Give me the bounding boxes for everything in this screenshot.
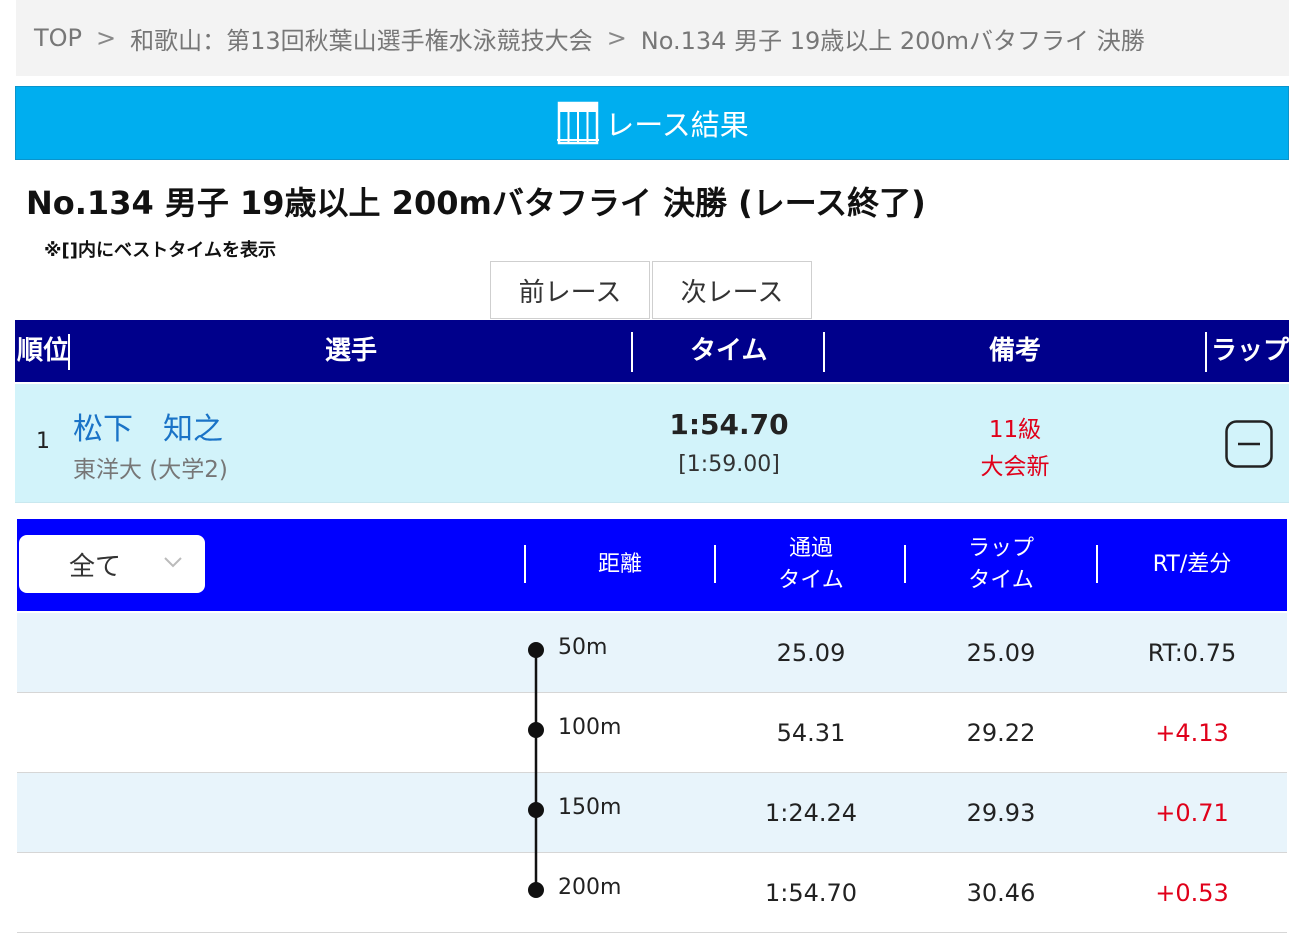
split-row: 150m 1:24.24 29.93 +0.71 [17,773,1287,853]
column-divider [68,334,70,370]
split-pass-time: 1:24.24 [764,799,858,827]
time-header: タイム [690,336,768,366]
remarks-header: 備考 [989,336,1042,366]
timeline-dot [528,722,544,738]
pass-time-header-line1: 通過 [788,536,833,561]
pass-time-header-line2: タイム [778,568,844,593]
split-distance: 200m [558,875,622,900]
best-time-note: ※[]内にベストタイムを表示 [44,240,276,261]
timeline-dot [528,882,544,898]
split-distance: 100m [558,715,622,740]
rt-diff-header: RT/差分 [1097,519,1287,611]
split-distance: 150m [558,795,622,820]
timeline-dot [528,802,544,818]
breadcrumb-race: No.134 男子 19歳以上 200mバタフライ 決勝 [640,26,1145,55]
split-distance: 50m [558,635,608,660]
distance-header: 距離 [525,519,715,611]
split-row: 50m 25.09 25.09 RT:0.75 [17,613,1287,693]
split-pass-time: 25.09 [776,639,846,667]
split-rt-diff: RT:0.75 [1147,639,1237,667]
split-lap-time: 25.09 [966,639,1036,667]
split-row: 100m 54.31 29.22 +4.13 [17,693,1287,773]
column-divider [631,332,633,372]
split-pass-time: 1:54.70 [764,879,858,907]
breadcrumb: TOP > 和歌山：第13回秋葉山選手権水泳競技大会 > No.134 男子 1… [16,0,1289,76]
split-rt-diff: +0.53 [1155,879,1229,907]
final-time: 1:54.70 [669,408,789,441]
swimmer-name[interactable]: 松下 知之 [73,404,223,448]
split-table-header: 全て 距離 通過 タイム ラップ タイム RT/差分 [17,519,1287,611]
split-filter-dropdown[interactable]: 全て [19,535,205,593]
collapse-minus-icon[interactable] [1225,420,1273,468]
split-rt-diff: +0.71 [1155,799,1229,827]
swimmer-team: 東洋大 (大学2) [73,457,228,483]
lap-header: ラップ [1211,336,1290,366]
prev-race-button[interactable]: 前レース [490,261,650,319]
chevron-down-icon [164,557,182,568]
filter-value: 全て [69,551,122,582]
split-rt-diff: +4.13 [1155,719,1229,747]
lap-time-header-line1: ラップ [967,536,1034,561]
timeline-dot [528,642,544,658]
split-row: 200m 1:54.70 30.46 +0.53 [17,853,1287,933]
race-title: No.134 男子 19歳以上 200mバタフライ 決勝 (レース終了) [26,184,926,222]
breadcrumb-meet[interactable]: 和歌山：第13回秋葉山選手権水泳競技大会 [130,21,593,56]
race-result-banner: レース結果 [15,86,1289,160]
pass-time-header: 通過 タイム [716,519,906,611]
class-badge: 11級 [988,417,1042,443]
rank-value: 1 [36,429,50,454]
swimmer-header: 選手 [325,336,378,366]
rank-header: 順位 [17,336,70,366]
lap-time-header: ラップ タイム [906,519,1096,611]
meet-record-badge: 大会新 [980,454,1050,480]
results-table-header: 順位 選手 タイム 備考 ラップ [15,320,1289,382]
column-divider [1205,332,1207,372]
best-time: [1:59.00] [678,452,780,477]
split-lap-time: 29.22 [966,719,1036,747]
breadcrumb-top[interactable]: TOP [34,24,82,52]
banner-label: レース結果 [605,108,749,142]
distance-header-label: 距離 [597,552,642,577]
split-pass-time: 54.31 [776,719,846,747]
breadcrumb-separator: > [606,24,627,52]
split-lap-time: 29.93 [966,799,1036,827]
breadcrumb-separator: > [96,24,117,52]
column-divider [823,332,825,372]
rt-diff-header-label: RT/差分 [1152,552,1232,577]
split-timeline [528,642,544,898]
pool-lanes-icon [557,101,600,145]
next-race-button[interactable]: 次レース [652,261,812,319]
split-lap-time: 30.46 [966,879,1036,907]
lap-time-header-line2: タイム [968,568,1034,593]
result-row[interactable]: 1 松下 知之 東洋大 (大学2) 1:54.70 [1:59.00] 11級 … [15,384,1289,503]
